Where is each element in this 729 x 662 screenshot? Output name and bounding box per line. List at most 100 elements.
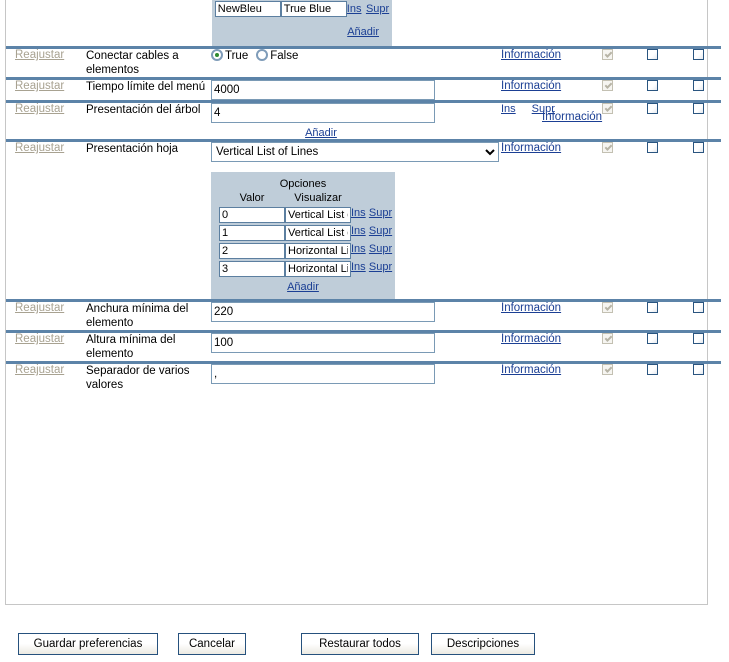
inherited-checkbox: [601, 333, 613, 345]
checkbox-cell-3: [676, 49, 721, 79]
checkbox-cell-1: [586, 364, 628, 392]
delete-link[interactable]: Supr: [369, 261, 392, 273]
option-checkbox-b[interactable]: [693, 49, 704, 61]
info-link[interactable]: Información: [501, 80, 561, 92]
reset-link[interactable]: Reajustar: [6, 49, 64, 61]
option-checkbox-a[interactable]: [646, 80, 658, 92]
option-value-input[interactable]: [219, 225, 285, 241]
delete-link[interactable]: Supr: [369, 207, 392, 219]
leaf-presentation-select[interactable]: Vertical List of Lines Vertical List of …: [211, 142, 499, 162]
reset-link[interactable]: Reajustar: [6, 142, 64, 154]
option-checkbox-b[interactable]: [693, 142, 704, 154]
insert-link[interactable]: Ins: [347, 3, 362, 15]
info-cell: Información: [501, 80, 586, 102]
insert-link[interactable]: Ins: [351, 261, 366, 273]
table-row: Ins Supr: [219, 260, 392, 278]
insert-link[interactable]: Ins: [351, 225, 366, 237]
column-header-valor: Valor: [239, 192, 265, 204]
option-checkbox-b[interactable]: [693, 364, 704, 376]
option-display-input[interactable]: [285, 243, 351, 259]
info-link[interactable]: Información: [542, 111, 602, 123]
top-value-input[interactable]: [214, 1, 281, 17]
top-display-input[interactable]: [280, 1, 347, 17]
pref-label: Tiempo límite del menú: [86, 81, 206, 93]
option-checkbox-b[interactable]: [693, 80, 704, 92]
column-header-visualizar: Visualizar: [294, 192, 342, 204]
radio-false-label: False: [270, 50, 299, 62]
delete-link[interactable]: Supr: [369, 243, 392, 255]
option-checkbox-a[interactable]: [646, 302, 658, 314]
info-link[interactable]: Información: [501, 302, 561, 314]
option-display-input[interactable]: [285, 225, 351, 241]
pref-value-cell: [211, 364, 501, 392]
checkbox-cell-2: [628, 333, 676, 363]
pref-row-conectar-cables: Reajustar Conectar cables a elementos Tr…: [6, 49, 721, 79]
row-links: Ins Supr: [351, 224, 392, 242]
top-row-links: Ins Supr: [347, 0, 389, 18]
info-link[interactable]: Información: [501, 364, 561, 376]
inherited-checkbox: [601, 49, 613, 61]
pref-label: Altura mínima del elemento: [86, 334, 176, 360]
pref-value-cell: Añadir: [211, 103, 501, 141]
cancel-button[interactable]: Cancelar: [178, 633, 246, 655]
reset-cell: Reajustar: [6, 142, 86, 301]
option-checkbox-a[interactable]: [646, 142, 658, 154]
reset-link[interactable]: Reajustar: [6, 333, 64, 345]
add-link[interactable]: Añadir: [287, 281, 319, 293]
info-cell: Información: [501, 49, 586, 79]
min-width-input[interactable]: [211, 302, 435, 322]
info-link[interactable]: Información: [501, 333, 561, 345]
checkbox-cell-1: [586, 333, 628, 363]
add-link[interactable]: Añadir: [305, 127, 337, 139]
delete-link[interactable]: Supr: [366, 3, 389, 15]
option-value-input[interactable]: [219, 207, 285, 223]
min-height-input[interactable]: [211, 333, 435, 353]
top-partial-option-table: Ins Supr Añadir: [212, 0, 392, 46]
save-preferences-button[interactable]: Guardar preferencias: [18, 633, 158, 655]
option-checkbox-a[interactable]: [646, 103, 658, 115]
descriptions-button[interactable]: Descripciones: [431, 633, 535, 655]
option-checkbox-b[interactable]: [693, 302, 704, 314]
multi-value-separator-input[interactable]: [211, 364, 435, 384]
pref-label: Anchura mínima del elemento: [86, 303, 189, 329]
menu-timeout-input[interactable]: [211, 80, 435, 100]
option-value-input[interactable]: [219, 261, 285, 277]
option-checkbox-a[interactable]: [646, 333, 658, 345]
inherited-checkbox: [601, 364, 613, 376]
option-checkbox-a[interactable]: [646, 49, 658, 61]
pref-row-anchura-minima: Reajustar Anchura mínima del elemento In…: [6, 302, 721, 332]
insert-link[interactable]: Ins: [351, 243, 366, 255]
pref-row-presentacion-arbol: Reajustar Presentación del árbol Añadir …: [6, 103, 721, 141]
info-cell: Información: [501, 302, 586, 332]
radio-false[interactable]: [256, 49, 269, 61]
info-link[interactable]: Información: [501, 49, 561, 61]
info-link[interactable]: Información: [501, 142, 561, 154]
option-checkbox-b[interactable]: [693, 333, 704, 345]
checkbox-cell-2: [628, 142, 676, 301]
insert-link[interactable]: Ins: [351, 207, 366, 219]
reset-link[interactable]: Reajustar: [6, 364, 64, 376]
reset-link[interactable]: Reajustar: [6, 103, 64, 115]
inherited-checkbox: [601, 103, 613, 115]
option-value-input[interactable]: [219, 243, 285, 259]
reset-link[interactable]: Reajustar: [6, 80, 64, 92]
preferences-rows-table: Reajustar Conectar cables a elementos Tr…: [6, 46, 721, 392]
reset-link[interactable]: Reajustar: [6, 302, 64, 314]
add-link[interactable]: Añadir: [347, 26, 379, 38]
row-links: Ins Supr: [351, 260, 392, 278]
delete-link[interactable]: Supr: [369, 225, 392, 237]
option-checkbox-a[interactable]: [646, 364, 658, 376]
radio-true[interactable]: [211, 49, 223, 61]
tree-presentation-input[interactable]: [211, 103, 435, 123]
option-display-input[interactable]: [285, 207, 351, 223]
option-display-input[interactable]: [285, 261, 351, 277]
checkbox-cell-2: [628, 103, 676, 141]
insert-link[interactable]: Ins: [501, 103, 516, 115]
restore-all-button[interactable]: Restaurar todos: [301, 633, 419, 655]
pref-label: Conectar cables a elementos: [86, 50, 179, 76]
checkbox-cell-3: [676, 142, 721, 301]
pref-label: Presentación del árbol: [86, 104, 201, 116]
checkbox-cell-3: [676, 103, 721, 141]
table-row: Ins Supr: [219, 206, 392, 224]
option-checkbox-b[interactable]: [693, 103, 704, 115]
